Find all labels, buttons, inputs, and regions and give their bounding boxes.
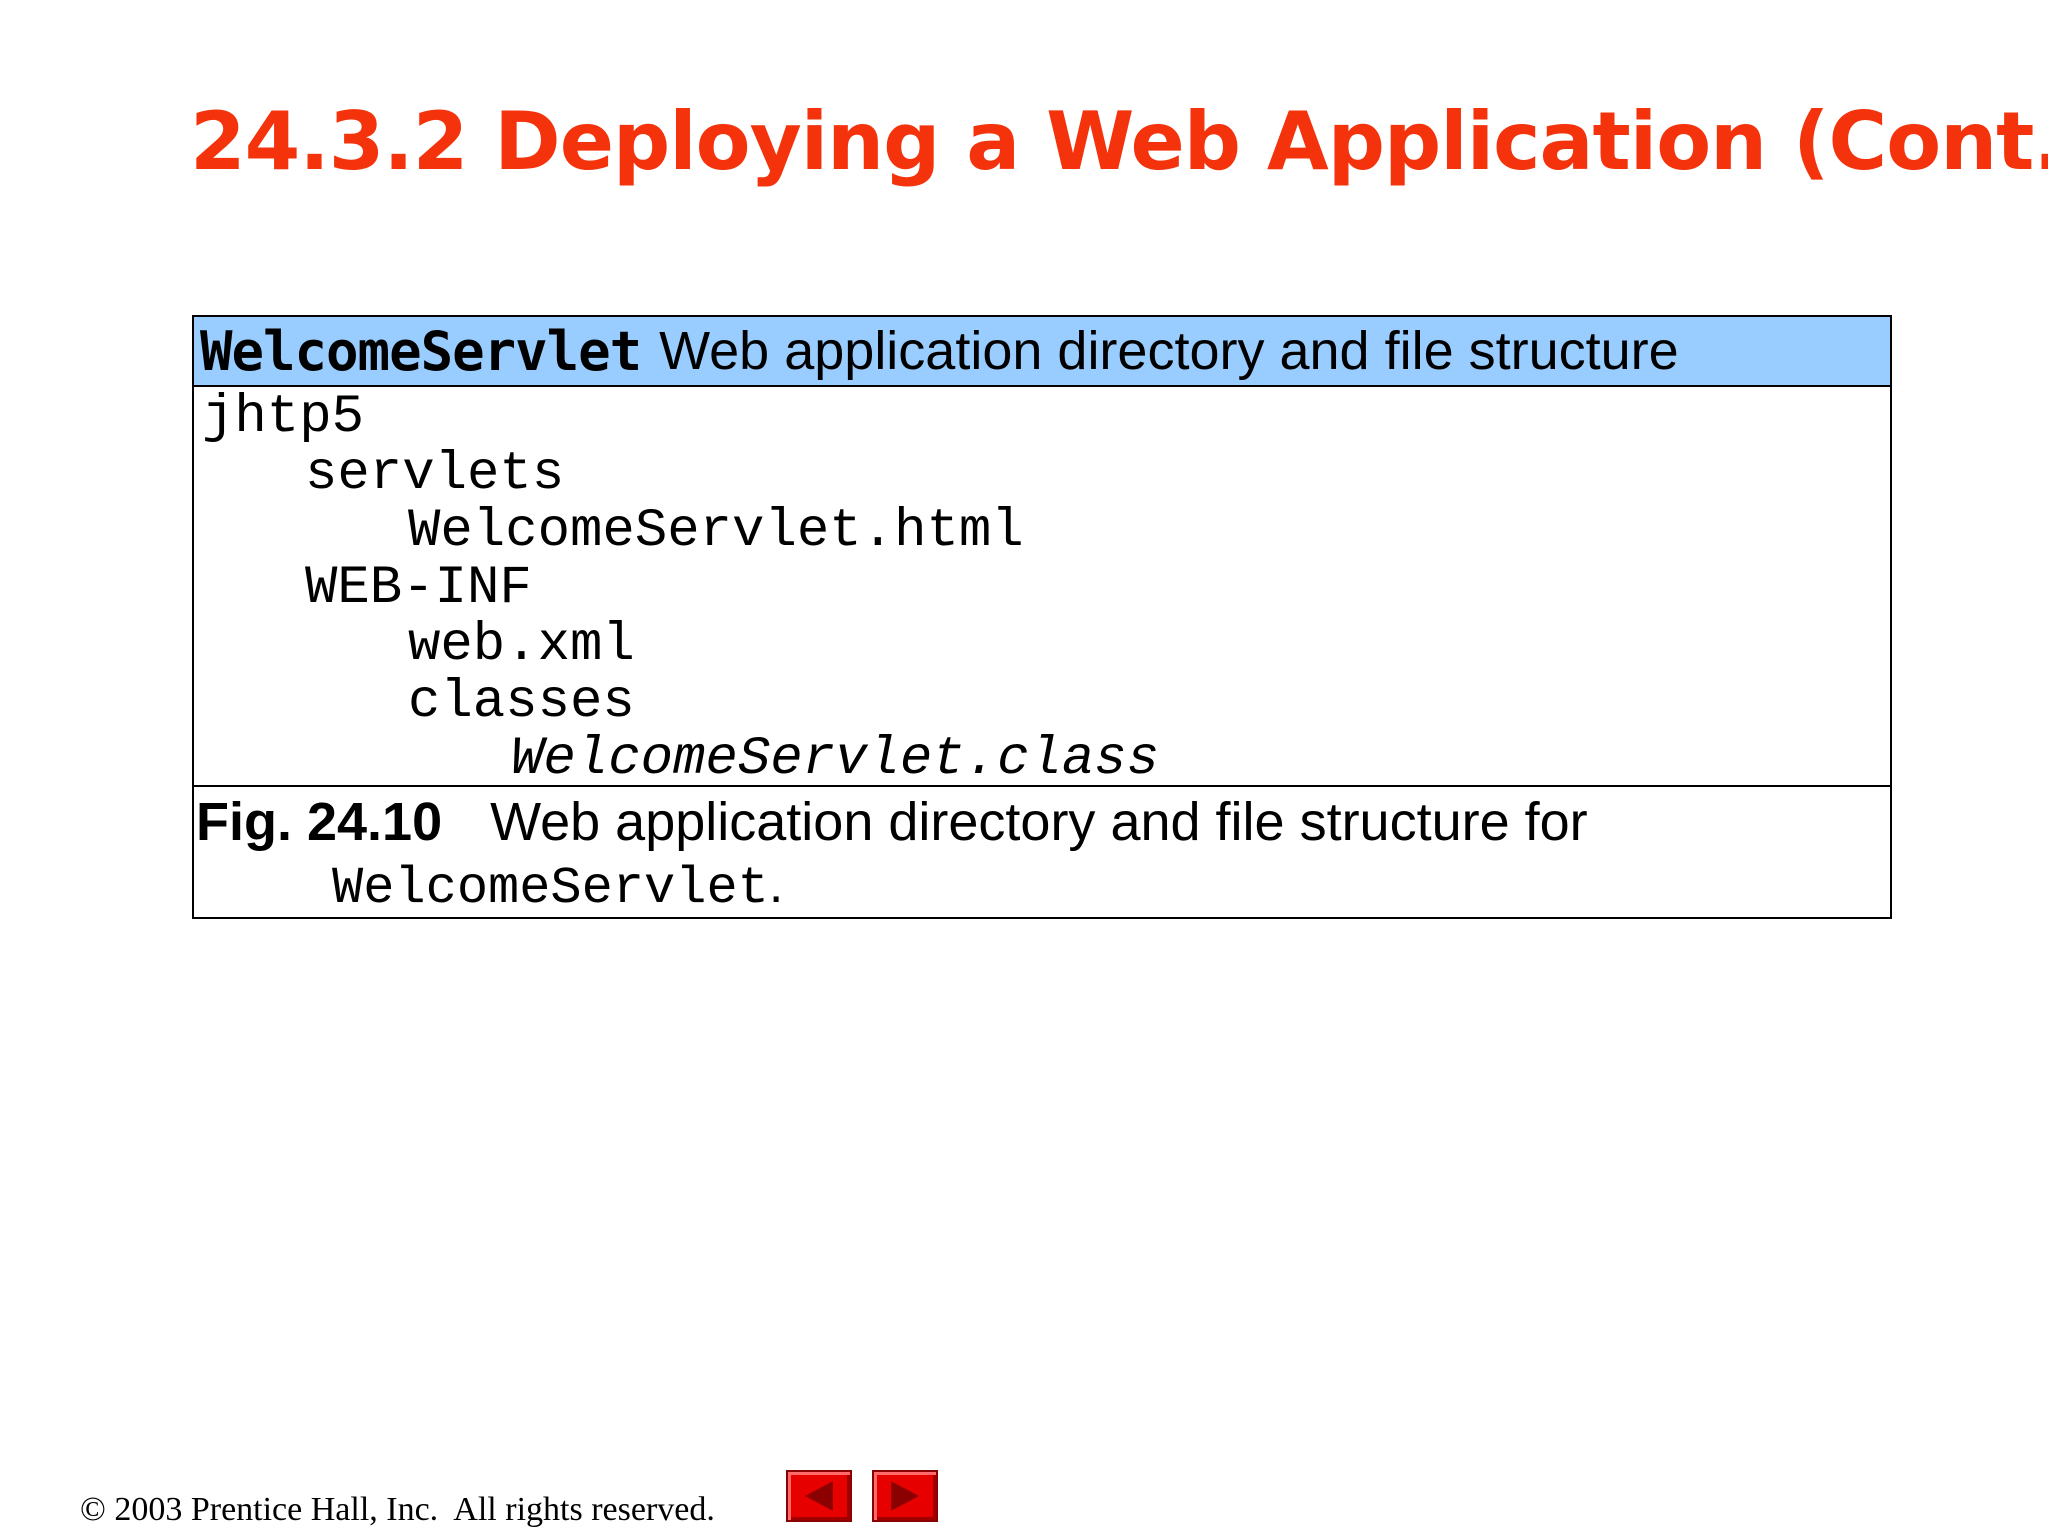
next-slide-button[interactable] <box>872 1470 938 1522</box>
slide-title: 24.3.2 Deploying a Web Application (Cont… <box>190 95 2048 188</box>
left-triangle-icon <box>805 1481 833 1511</box>
caption-code: WelcomeServlet <box>332 859 769 918</box>
caption-period: . <box>768 856 784 914</box>
tree-item-welcomeservlet-class: WelcomeServlet.class <box>511 729 1160 790</box>
figure-caption: Fig. 24.10 Web application directory and … <box>194 787 1890 917</box>
tree-item-servlets: servlets <box>305 444 565 505</box>
tree-item-web-inf: WEB-INF <box>305 558 532 619</box>
tree-item-jhtp5: jhtp5 <box>202 387 365 448</box>
previous-slide-button[interactable] <box>786 1470 852 1522</box>
figure-table: WelcomeServlet Web application directory… <box>192 315 1892 919</box>
tree-item-web-xml: web.xml <box>408 615 635 676</box>
tree-item-welcomeservlet-html: WelcomeServlet.html <box>408 501 1024 562</box>
copyright-notice: © 2003 Prentice Hall, Inc. All rights re… <box>80 1491 715 1528</box>
header-code: WelcomeServlet <box>200 319 642 383</box>
tree-item-classes: classes <box>408 672 635 733</box>
figure-number: Fig. 24.10 <box>196 792 443 852</box>
directory-tree: jhtp5 servlets WelcomeServlet.html WEB-I… <box>194 387 1890 790</box>
header-text: Web application directory and file struc… <box>659 321 1679 381</box>
caption-line-2: WelcomeServlet. <box>196 856 1890 917</box>
caption-line-1: Fig. 24.10 Web application directory and … <box>196 787 1890 857</box>
table-header: WelcomeServlet Web application directory… <box>194 317 1890 387</box>
caption-text: Web application directory and file struc… <box>490 792 1588 852</box>
right-triangle-icon <box>891 1481 919 1511</box>
